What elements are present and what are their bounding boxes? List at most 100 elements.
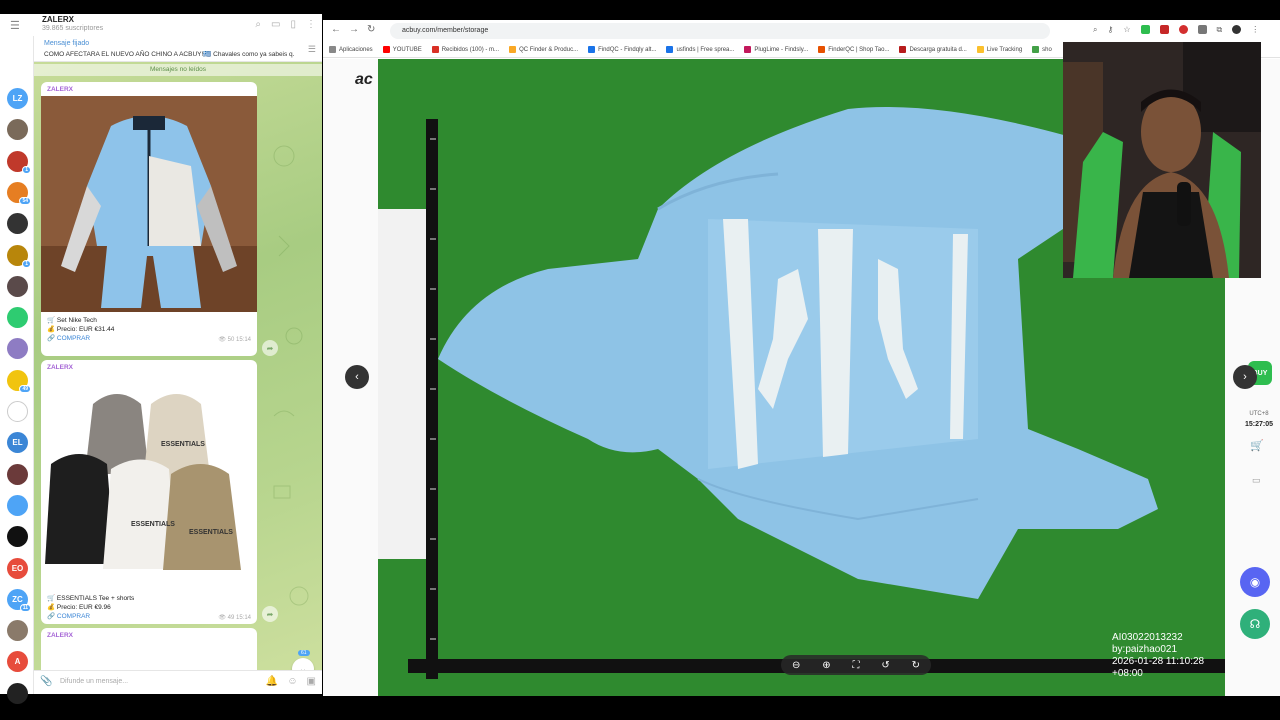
chat-avatar[interactable] xyxy=(7,401,28,422)
avatar-initials: A xyxy=(14,657,21,667)
url-bar[interactable]: acbuy.com/member/storage xyxy=(390,23,1050,39)
bookmark-item[interactable]: usfinds | Free sprea... xyxy=(666,46,734,53)
post-title-text: Set Nike Tech xyxy=(56,317,97,324)
post-price-text: Precio: EUR €9.96 xyxy=(56,604,111,611)
bookmark-item[interactable]: QC Finder & Produc... xyxy=(509,46,578,53)
emoji-icon[interactable]: ☺ xyxy=(287,676,297,687)
input-actions: 🔔 ☺ ▣ xyxy=(266,676,316,687)
buy-link-text[interactable]: COMPRAR xyxy=(57,335,90,342)
chat-avatar[interactable] xyxy=(7,526,28,548)
fullscreen-icon[interactable]: ⛶ xyxy=(852,660,859,671)
rotate-left-icon[interactable]: ↺ xyxy=(881,660,889,671)
more-menu-icon[interactable]: ⋮ xyxy=(306,19,316,30)
chat-avatar[interactable]: A xyxy=(7,651,28,673)
channel-header[interactable]: ☰ ZALERX 39.865 suscriptores ⌕ ▭ ▯ ⋮ xyxy=(0,14,322,36)
previous-image-button[interactable]: ‹ xyxy=(345,365,369,389)
chat-avatar[interactable]: LZ xyxy=(7,88,28,109)
hamburger-menu-icon[interactable]: ☰ xyxy=(10,19,24,32)
bookmark-star-icon[interactable]: ☆ xyxy=(1123,25,1130,35)
search-icon[interactable]: ⌕ xyxy=(255,19,261,30)
bookmark-item[interactable]: FinderQC | Shop Tao... xyxy=(818,46,889,53)
extensions-puzzle-icon[interactable]: ⧉ xyxy=(1217,25,1223,35)
zoom-icon[interactable]: ⌕ xyxy=(1093,25,1097,35)
chat-avatar[interactable] xyxy=(7,119,28,141)
profile-avatar[interactable] xyxy=(1232,25,1242,34)
bookmark-item[interactable]: Descarga gratuita d... xyxy=(899,46,967,53)
cart-icon[interactable]: 🛒 xyxy=(1250,439,1264,452)
essentials-hoodies-image[interactable]: ESSENTIALS ESSENTIALS ESSENTIALS xyxy=(41,374,257,586)
extension-icons: ⌕ ⚷ ☆ ⧉ ⋮ xyxy=(1093,25,1259,35)
bookmark-item[interactable]: Live Tracking xyxy=(976,46,1023,53)
bookmark-label: Live Tracking xyxy=(986,46,1023,53)
bot-commands-icon[interactable]: ▣ xyxy=(307,676,316,687)
nike-tech-set-image[interactable] xyxy=(41,96,257,312)
subscriber-count: 39.865 suscriptores xyxy=(42,25,104,32)
bookmark-favicon-icon xyxy=(1032,46,1040,53)
sidebar-toggle-icon[interactable]: ▯ xyxy=(290,19,296,30)
share-post-button[interactable]: ➦ xyxy=(262,606,278,622)
bookmark-item[interactable]: FindQC - Findqly alt... xyxy=(588,46,656,53)
bell-icon[interactable]: 🔔 xyxy=(266,676,278,687)
password-key-icon[interactable]: ⚷ xyxy=(1107,25,1113,35)
bookmark-label: FinderQC | Shop Tao... xyxy=(828,46,890,53)
chat-avatar[interactable]: EL xyxy=(7,432,28,454)
bookmark-favicon-icon xyxy=(899,46,907,53)
chat-avatar[interactable]: 1 xyxy=(7,150,31,174)
attach-icon[interactable]: 📎 xyxy=(40,676,52,687)
chat-avatar[interactable]: EO xyxy=(7,557,28,579)
bookmark-label: PlugLime - Findsly... xyxy=(754,46,809,53)
chat-avatar[interactable] xyxy=(7,463,28,485)
pinned-message-bar[interactable]: Mensaje fijado COMO AFECTARA EL NUEVO AÑ… xyxy=(34,36,322,62)
browser-menu-icon[interactable]: ⋮ xyxy=(1251,25,1259,35)
post-buy-link[interactable]: 🔗 COMPRAR xyxy=(47,334,90,342)
next-image-button[interactable]: › xyxy=(1233,365,1257,389)
reload-icon[interactable]: ↻ xyxy=(367,24,375,35)
chat-avatar[interactable] xyxy=(7,620,28,642)
forward-icon[interactable]: → xyxy=(349,24,359,35)
channel-post[interactable]: ZALERX 🛒 Set Nike Tech 💰 Precio: EUR €31… xyxy=(41,82,257,356)
chat-avatar[interactable] xyxy=(7,494,28,516)
unread-badge: 1 xyxy=(22,259,31,268)
support-headset-icon[interactable]: ☊ xyxy=(1240,609,1270,639)
chat-avatar[interactable] xyxy=(7,307,28,329)
buy-link-text[interactable]: COMPRAR xyxy=(57,613,90,620)
zoom-in-icon[interactable]: ⊕ xyxy=(822,660,830,671)
site-logo[interactable]: ac xyxy=(355,71,373,89)
bookmark-label: Descarga gratuita d... xyxy=(909,46,967,53)
chat-avatar[interactable] xyxy=(7,275,28,297)
chat-avatar[interactable] xyxy=(7,213,28,235)
rotate-right-icon[interactable]: ↻ xyxy=(912,660,920,671)
chat-avatar[interactable] xyxy=(7,682,28,704)
extension-icon[interactable] xyxy=(1159,25,1169,34)
share-post-button[interactable]: ➦ xyxy=(262,340,278,356)
discussion-icon[interactable]: ▭ xyxy=(271,19,280,30)
svg-text:ESSENTIALS: ESSENTIALS xyxy=(161,441,205,448)
zoom-out-icon[interactable]: ⊖ xyxy=(792,660,800,671)
avatar-initials: ZC xyxy=(12,594,23,604)
extension-icon[interactable] xyxy=(1140,25,1150,34)
chat-avatar[interactable]: ZC 11 xyxy=(7,588,31,612)
chat-avatar[interactable] xyxy=(7,338,28,360)
document-icon[interactable]: ▭ xyxy=(1252,475,1261,486)
discord-icon[interactable]: ◉ xyxy=(1240,567,1270,597)
chat-avatar[interactable]: 49 xyxy=(7,369,31,393)
bookmark-item[interactable]: sho xyxy=(1032,46,1052,53)
chat-avatar[interactable]: 1 xyxy=(7,244,31,268)
extension-icon[interactable] xyxy=(1197,25,1207,34)
unread-badge: 49 xyxy=(19,384,31,393)
chat-avatar[interactable]: 54 xyxy=(7,181,31,205)
bookmark-favicon-icon xyxy=(976,46,984,53)
svg-text:ESSENTIALS: ESSENTIALS xyxy=(189,529,233,536)
back-icon[interactable]: ← xyxy=(331,24,341,35)
bookmark-item[interactable]: Aplicaciones xyxy=(329,46,373,53)
channel-post[interactable]: ZALERX ESSENTIALS ESSENTIALS ESSENTIALS … xyxy=(41,360,257,624)
bookmark-label: Recibidos (100) - m... xyxy=(441,46,500,53)
bookmark-item[interactable]: Recibidos (100) - m... xyxy=(431,46,500,53)
extension-icon[interactable] xyxy=(1178,25,1188,34)
bookmark-item[interactable]: PlugLime - Findsly... xyxy=(744,46,808,53)
message-input[interactable]: Difunde un mensaje... xyxy=(60,678,128,685)
post-buy-link[interactable]: 🔗 COMPRAR xyxy=(47,612,90,620)
bookmark-label: sho xyxy=(1042,46,1052,53)
bookmark-item[interactable]: YOUTUBE xyxy=(382,46,422,53)
pinned-list-icon[interactable]: ☰ xyxy=(308,44,316,55)
